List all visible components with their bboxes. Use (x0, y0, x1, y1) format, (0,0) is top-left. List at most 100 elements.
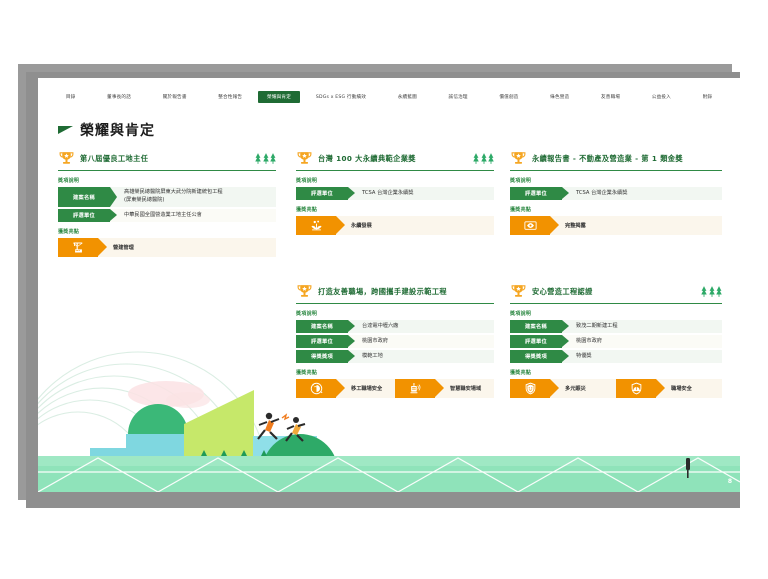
nav-item-public-welfare[interactable]: 公益投入 (636, 91, 687, 103)
row-tag: 建案名稱 (510, 320, 569, 333)
report-slide: 目錄 董事長的話 關於報告書 整合性報告 榮耀與肯定 SDGs x ESG 行動… (38, 78, 740, 492)
tree-icon (701, 286, 707, 297)
trophy-icon (297, 152, 312, 164)
highlight-label: 完整揭露 (565, 223, 586, 229)
row-value: 致茂二期新建工程 (576, 322, 618, 329)
highlight-row: 營建管理 (58, 238, 276, 257)
row-value: 中華民國全國營造業工地主任公會 (124, 211, 202, 218)
nav-item-value-creation[interactable]: 價值創造 (484, 91, 535, 103)
section-label-award-desc: 獎項說明 (510, 311, 532, 317)
crane-icon (58, 238, 107, 257)
detail-row: 建案名稱 致茂二期新建工程 (510, 320, 722, 333)
row-tag: 建案名稱 (296, 320, 355, 333)
highlight-label: 營建管理 (113, 245, 134, 251)
card-header: 安心營造工程認證 (510, 283, 722, 304)
trophy-icon (511, 152, 526, 164)
row-tag: 建案名稱 (58, 187, 117, 207)
section-label-award-desc: 獎項說明 (510, 178, 532, 184)
nav-item-honors[interactable]: 榮耀與肯定 (258, 91, 301, 103)
highlight-item: 智慧職安場域 (395, 379, 494, 398)
section-nav[interactable]: 目錄 董事長的話 關於報告書 整合性報告 榮耀與肯定 SDGs x ESG 行動… (38, 86, 740, 108)
nav-item-integrated-report[interactable]: 整合性報告 (202, 91, 258, 103)
tree-icon (473, 153, 479, 164)
tree-decoration (473, 153, 494, 164)
highlight-row: 完整揭露 (510, 216, 722, 235)
nav-item-friendly-workplace[interactable]: 友善職場 (585, 91, 636, 103)
nav-item-green-construction[interactable]: 綠色營造 (534, 91, 585, 103)
trophy-icon (59, 152, 74, 164)
nav-item-about-report[interactable]: 關於報告書 (147, 91, 203, 103)
row-value: 特優獎 (576, 352, 592, 359)
detail-row: 得獎獎項 模範工地 (296, 350, 494, 363)
highlight-row: 移工職場安全 智慧職安場域 (296, 379, 494, 398)
card-header: 第八屆優良工地主任 (58, 150, 276, 171)
section-label-award-desc: 獎項說明 (58, 178, 80, 184)
row-tag: 評選單位 (510, 335, 569, 348)
highlight-item: 永續發展 (296, 216, 494, 235)
tree-icon (716, 286, 722, 297)
page-title: 榮耀與肯定 (80, 123, 155, 139)
row-tag: 評選單位 (296, 335, 355, 348)
row-value: 高雄榮民總醫院屏東大武分院新建統包工程 (屏東榮民總醫院) (110, 187, 276, 207)
nav-item-sdgs-esg[interactable]: SDGs x ESG 行動績效 (300, 91, 382, 103)
section-label-highlight: 獲獎亮點 (296, 370, 318, 376)
card-title: 安心營造工程認證 (532, 286, 593, 296)
nav-item-sustainability-blueprint[interactable]: 永續藍圖 (382, 91, 433, 103)
detail-row: 評選單位 TCSA 台灣企業永續獎 (296, 187, 494, 200)
detail-row: 得獎獎項 特優獎 (510, 350, 722, 363)
sprout-icon (296, 216, 345, 235)
tree-icon (488, 153, 494, 164)
award-card-sustainability-report-gold: 永續報告書 - 不動產及營造業 - 第 1 類金獎 獎項說明 評選單位 TCSA… (510, 150, 722, 235)
highlight-item: 多元賑災 (510, 379, 616, 398)
highlight-row: 多元賑災 職場安全 (510, 379, 722, 398)
tree-icon (255, 153, 261, 164)
nav-item-toc[interactable]: 目錄 (50, 91, 91, 103)
detail-row: 建案名稱 高雄榮民總醫院屏東大武分院新建統包工程 (屏東榮民總醫院) (58, 187, 276, 207)
card-title: 台灣 100 大永續典範企業獎 (318, 153, 416, 163)
section-label-award-desc: 獎項說明 (296, 311, 318, 317)
section-label-award-desc: 獎項說明 (296, 178, 318, 184)
shield-smile-icon (510, 379, 559, 398)
section-label-highlight: 獲獎亮點 (510, 207, 532, 213)
card-header: 打造友善職場，跨國攜手建設示範工程 (296, 283, 494, 304)
highlight-label: 職場安全 (671, 386, 692, 392)
eye-icon (510, 216, 559, 235)
card-title: 永續報告書 - 不動產及營造業 - 第 1 類金獎 (532, 153, 683, 163)
card-header: 永續報告書 - 不動產及營造業 - 第 1 類金獎 (510, 150, 722, 171)
migrant-safety-icon (296, 379, 345, 398)
row-tag: 評選單位 (58, 209, 117, 222)
row-tag: 得獎獎項 (510, 350, 569, 363)
card-title: 第八屆優良工地主任 (80, 153, 149, 163)
highlight-item: 完整揭露 (510, 216, 722, 235)
tree-icon (708, 286, 715, 297)
highlight-item: 移工職場安全 (296, 379, 395, 398)
nav-item-integrity-governance[interactable]: 誠信治理 (433, 91, 484, 103)
detail-row: 評選單位 中華民國全國營造業工地主任公會 (58, 209, 276, 222)
trophy-icon (297, 285, 312, 297)
row-tag: 得獎獎項 (296, 350, 355, 363)
tree-icon (480, 153, 487, 164)
award-card-friendly-workplace-demo: 打造友善職場，跨國攜手建設示範工程 獎項說明 建案名稱 台達電中壢六廠 評選單位… (296, 283, 494, 398)
detail-row: 評選單位 TCSA 台灣企業永續獎 (510, 187, 722, 200)
row-value-line: (屏東榮民總醫院) (124, 197, 165, 203)
card-header: 台灣 100 大永續典範企業獎 (296, 150, 494, 171)
screenshot-stage: 目錄 董事長的話 關於報告書 整合性報告 榮耀與肯定 SDGs x ESG 行動… (0, 0, 768, 579)
row-value: TCSA 台灣企業永續獎 (362, 189, 414, 196)
row-value: 桃園市政府 (362, 337, 388, 344)
trophy-icon (511, 285, 526, 297)
detail-row: 建案名稱 台達電中壢六廠 (296, 320, 494, 333)
helmet-icon (616, 379, 665, 398)
row-value-line: 高雄榮民總醫院屏東大武分院新建統包工程 (124, 189, 223, 196)
section-label-highlight: 獲獎亮點 (510, 370, 532, 376)
award-card-safe-construction-certification: 安心營造工程認證 獎項說明 建案名稱 致茂二期新建工程 評選單位 桃園市政府 得… (510, 283, 722, 398)
row-value: 台達電中壢六廠 (362, 322, 399, 329)
row-tag: 評選單位 (296, 187, 355, 200)
page-number: 8 (727, 478, 732, 485)
nav-item-chairman[interactable]: 董事長的話 (91, 91, 147, 103)
nav-item-appendix[interactable]: 附錄 (687, 91, 728, 103)
row-value: TCSA 台灣企業永續獎 (576, 189, 628, 196)
runner-figure-1 (257, 412, 280, 440)
highlight-row: 永續發展 (296, 216, 494, 235)
card-title: 打造友善職場，跨國攜手建設示範工程 (318, 286, 447, 296)
detail-row: 評選單位 桃園市政府 (510, 335, 722, 348)
